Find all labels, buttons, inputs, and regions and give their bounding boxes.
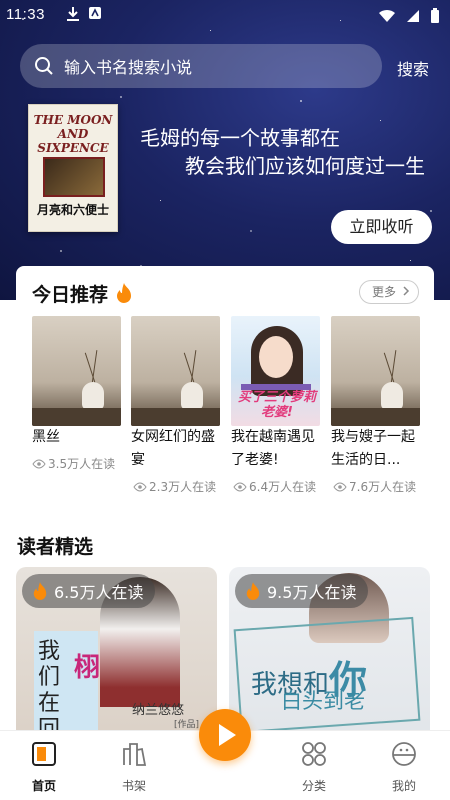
eye-icon <box>32 458 46 469</box>
banner-book-cover[interactable]: THE MOON AND SIXPENCE 月亮和六便士 <box>28 104 118 232</box>
app-notification-icon <box>89 7 101 19</box>
more-button[interactable]: 更多 <box>359 280 419 304</box>
wifi-icon <box>379 9 395 22</box>
search-placeholder: 输入书名搜索小说 <box>64 58 193 77</box>
eye-icon <box>233 481 247 492</box>
today-title: 今日推荐 <box>32 280 133 307</box>
hero-banner: 11:33 输入书名搜索小说 搜索 THE MOON AND SIXPENCE … <box>0 0 450 300</box>
battery-icon <box>431 8 439 23</box>
eye-icon <box>133 481 147 492</box>
book-title[interactable]: 我在越南遇见了老婆! <box>231 426 317 472</box>
status-time: 11:33 <box>6 6 45 23</box>
tab-category-label: 分类 <box>301 779 326 793</box>
featured-book-card[interactable]: 我想和你 白头到老 9.5万人在读 <box>229 567 430 730</box>
search-icon <box>35 57 53 75</box>
flame-icon <box>33 582 47 600</box>
tab-profile-label: 我的 <box>391 779 416 793</box>
tab-bookshelf-label: 书架 <box>121 779 146 793</box>
book-cover-title-cn: 月亮和六便士 <box>36 203 109 217</box>
cover-role: [作品] <box>174 720 200 730</box>
play-button[interactable] <box>199 709 251 761</box>
book-cover[interactable]: 买了三个萝莉老婆! <box>231 316 320 426</box>
flame-icon <box>246 582 260 600</box>
tab-category[interactable]: 分类 <box>284 741 344 794</box>
home-book-icon <box>32 742 56 766</box>
play-icon <box>219 724 236 746</box>
search-button[interactable]: 搜索 <box>397 56 429 80</box>
eye-icon <box>333 481 347 492</box>
reader-count: 3.5万人在读 <box>32 455 115 472</box>
bottom-tab-bar: 首页 书架 分类 我的 <box>0 709 450 800</box>
category-grid-icon <box>302 742 326 766</box>
cover-title: 我们在回 <box>38 639 61 730</box>
book-cover-title-en: THE MOON AND SIXPENCE <box>33 113 113 155</box>
tab-profile[interactable]: 我的 <box>374 741 434 794</box>
chevron-right-icon <box>403 286 409 296</box>
book-cover[interactable] <box>32 316 121 426</box>
profile-icon <box>392 742 416 766</box>
reader-count: 6.4万人在读 <box>233 478 316 495</box>
reading-count-pill: 6.5万人在读 <box>22 574 156 608</box>
tab-bookshelf[interactable]: 书架 <box>104 741 164 794</box>
featured-book-card[interactable]: 我们在回 栩 纳兰悠悠 [作品] 6.5万人在读 <box>16 567 217 730</box>
banner-quote-line2: 教会我们应该如何度过一生 <box>185 154 425 178</box>
book-cover-illustration <box>43 157 105 197</box>
book-cover-text: 买了三个萝莉老婆! <box>237 390 316 420</box>
tab-home-label: 首页 <box>31 779 56 793</box>
book-title[interactable]: 女网红们的盛宴 <box>131 426 217 472</box>
signal-icon <box>407 10 419 22</box>
readers-title: 读者精选 <box>17 536 94 558</box>
listen-now-button[interactable]: 立即收听 <box>331 210 432 244</box>
cover-subtitle: 白头到老 <box>281 689 365 713</box>
status-bar: 11:33 <box>0 0 450 30</box>
bookshelf-icon <box>123 743 147 766</box>
cover-title-accent: 栩 <box>74 653 101 683</box>
book-cover[interactable] <box>131 316 220 426</box>
more-label: 更多 <box>372 285 397 299</box>
book-cover[interactable] <box>331 316 420 426</box>
tab-home[interactable]: 首页 <box>14 741 74 794</box>
flame-icon <box>116 283 131 303</box>
banner-quote-line1: 毛姆的每一个故事都在 <box>140 126 340 150</box>
download-icon <box>67 7 79 21</box>
cover-author: 纳兰悠悠 <box>132 703 185 718</box>
reading-count-pill: 9.5万人在读 <box>235 574 369 608</box>
book-title[interactable]: 我与嫂子一起生活的日... <box>331 426 421 472</box>
reader-count: 7.6万人在读 <box>333 478 416 495</box>
book-title[interactable]: 黑丝 <box>32 426 124 449</box>
search-input[interactable]: 输入书名搜索小说 <box>20 44 382 88</box>
reader-count: 2.3万人在读 <box>133 478 216 495</box>
